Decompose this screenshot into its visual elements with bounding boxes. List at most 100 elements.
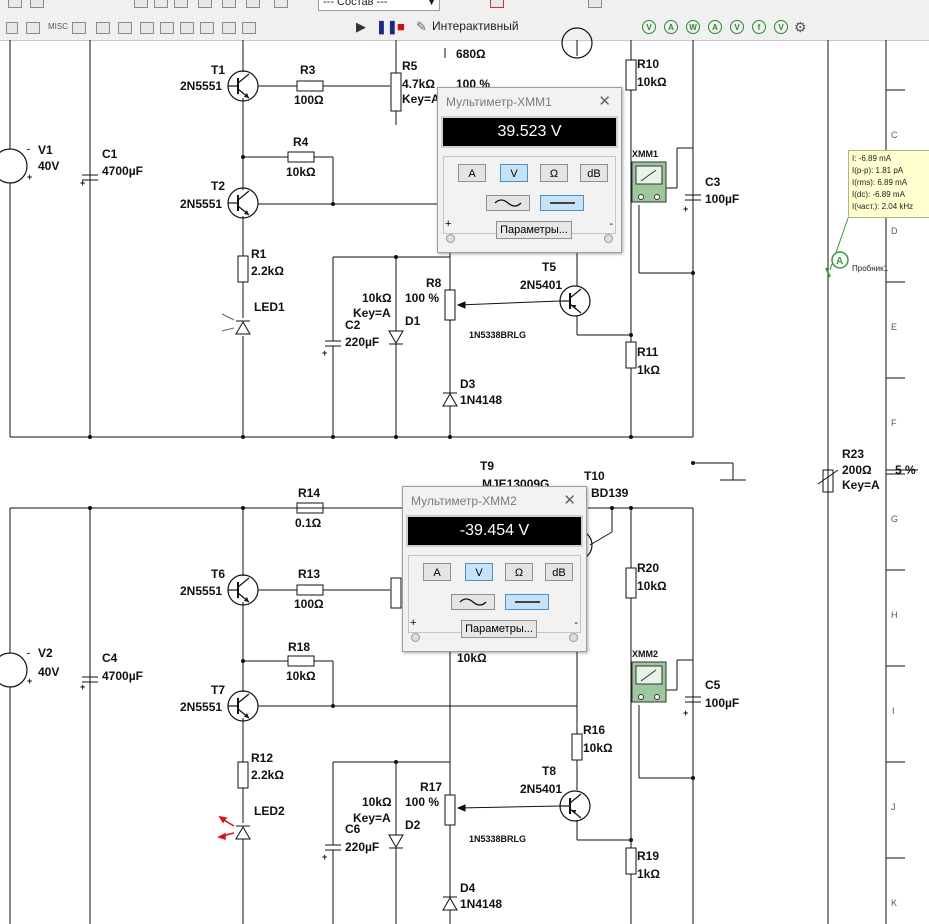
r10-value: 10kΩ: [637, 75, 667, 89]
t6-model: 2N5551: [180, 584, 222, 598]
r3-value: 100Ω: [294, 93, 324, 107]
r4-value: 10kΩ: [286, 165, 316, 179]
sine-wave-icon: [494, 199, 522, 207]
ac-mode-button[interactable]: [486, 195, 530, 211]
probe-readout: I: -6.89 mA I(p-p): 1.81 pA I(rms): 6.89…: [848, 150, 929, 218]
ohmmeter-mode-button[interactable]: Ω: [540, 164, 568, 182]
multimeter2-window[interactable]: Мультиметр-XMM2 ✕ -39.454 V A V Ω dB Пар…: [402, 486, 587, 652]
voltmeter-mode-button[interactable]: V: [465, 563, 493, 581]
c3-plus: +: [683, 204, 688, 214]
c1-plus: +: [80, 178, 85, 188]
c3-name: C3: [705, 175, 721, 189]
ruler-g: G: [891, 514, 898, 524]
ammeter-mode-button[interactable]: A: [458, 164, 486, 182]
db-mode-button[interactable]: dB: [545, 563, 573, 581]
ruler-j: J: [891, 802, 896, 812]
r3-name: R3: [300, 63, 316, 77]
ruler-e: E: [891, 322, 897, 332]
ac-mode-button[interactable]: [451, 594, 495, 610]
multimeter1-window[interactable]: Мультиметр-XMM1 ✕ 39.523 V A V Ω dB Пара…: [437, 87, 622, 253]
r14-name: R14: [298, 486, 320, 500]
v2-source-symbol: [0, 652, 28, 688]
minus-terminal[interactable]: [569, 633, 578, 642]
plus-terminal-label: +: [445, 218, 452, 230]
led1-name: LED1: [254, 300, 285, 314]
v2-minus: -: [27, 648, 30, 658]
d3-model: 1N4148: [460, 393, 502, 407]
r12-value: 2.2kΩ: [251, 768, 284, 782]
voltmeter-mode-button[interactable]: V: [500, 164, 528, 182]
plus-terminal-label: +: [410, 617, 417, 629]
parameters-button[interactable]: Параметры...: [461, 620, 537, 638]
t5-name: T5: [542, 260, 556, 274]
t2-name: T2: [211, 179, 225, 193]
minus-terminal-label: -: [574, 617, 578, 629]
d4-model: 1N4148: [460, 897, 502, 911]
r20-name: R20: [637, 561, 659, 575]
parameters-button[interactable]: Параметры...: [496, 221, 572, 239]
top-resistor-value: 680Ω: [456, 47, 486, 61]
r12-name: R12: [251, 751, 273, 765]
t6-symbol: [227, 574, 259, 606]
led2-name: LED2: [254, 804, 285, 818]
t1-model: 2N5551: [180, 79, 222, 93]
r18-name: R18: [288, 640, 310, 654]
r14-value: 0.1Ω: [295, 516, 322, 530]
r19-value: 1kΩ: [637, 867, 660, 881]
c4-value: 4700µF: [102, 669, 143, 683]
c5-name: C5: [705, 678, 721, 692]
ruler-f: F: [891, 418, 897, 428]
v2-name: V2: [38, 646, 53, 660]
plus-terminal[interactable]: [411, 633, 420, 642]
t5-symbol: [559, 285, 591, 317]
probe-line-freq: I(част.): 2.04 kHz: [852, 202, 914, 211]
probe-line-irms: I(rms): 6.89 mA: [852, 178, 908, 187]
v2-plus: +: [27, 676, 32, 686]
d4-name: D4: [460, 881, 476, 895]
v1-minus: -: [27, 144, 30, 154]
multimeter1-title: Мультиметр-XMM1: [446, 95, 552, 109]
d1-name: D1: [405, 314, 421, 328]
ruler-i: I: [892, 706, 895, 716]
r23-key: Key=A: [842, 478, 880, 492]
dc-line-icon: [550, 202, 575, 204]
r17-value: 10kΩ: [362, 795, 392, 809]
ammeter-mode-button[interactable]: A: [423, 563, 451, 581]
c1-name: C1: [102, 147, 118, 161]
xmm2-label: XMM2: [632, 649, 658, 659]
xmm1-label: XMM1: [632, 149, 658, 159]
c5-value: 100µF: [705, 696, 739, 710]
c2-name: C2: [345, 318, 361, 332]
r19-name: R19: [637, 849, 659, 863]
close-icon[interactable]: ✕: [598, 88, 611, 116]
c1-value: 4700µF: [102, 164, 143, 178]
t8-model: 2N5401: [520, 782, 562, 796]
t6-name: T6: [211, 567, 225, 581]
probe-name: Пробник1: [852, 264, 889, 273]
v1-source-symbol: [0, 148, 28, 184]
dc-mode-button[interactable]: [505, 594, 549, 610]
t1-name: T1: [211, 63, 225, 77]
db-mode-button[interactable]: dB: [580, 164, 608, 182]
multimeter1-titlebar[interactable]: Мультиметр-XMM1 ✕: [438, 88, 621, 116]
v1-plus: +: [27, 172, 32, 182]
plus-terminal[interactable]: [446, 234, 455, 243]
r1-name: R1: [251, 247, 267, 261]
r16-name: R16: [583, 723, 605, 737]
v1-value: 40V: [38, 159, 59, 173]
r5-key: Key=A: [402, 92, 440, 106]
ohmmeter-mode-button[interactable]: Ω: [505, 563, 533, 581]
r5-value: 4.7kΩ: [402, 77, 435, 91]
probe-line-ipp: I(p-p): 1.81 pA: [852, 166, 904, 175]
multimeter2-titlebar[interactable]: Мультиметр-XMM2 ✕: [403, 487, 586, 515]
r11-value: 1kΩ: [637, 363, 660, 377]
r10-name: R10: [637, 57, 659, 71]
minus-terminal[interactable]: [604, 234, 613, 243]
multimeter2-title: Мультиметр-XMM2: [411, 494, 517, 508]
multimeter1-controls: A V Ω dB Параметры...: [443, 156, 616, 239]
close-icon[interactable]: ✕: [563, 487, 576, 515]
multimeter2-controls: A V Ω dB Параметры...: [408, 555, 581, 638]
c4-plus: +: [80, 682, 85, 692]
dc-mode-button[interactable]: [540, 195, 584, 211]
c4-name: C4: [102, 651, 118, 665]
